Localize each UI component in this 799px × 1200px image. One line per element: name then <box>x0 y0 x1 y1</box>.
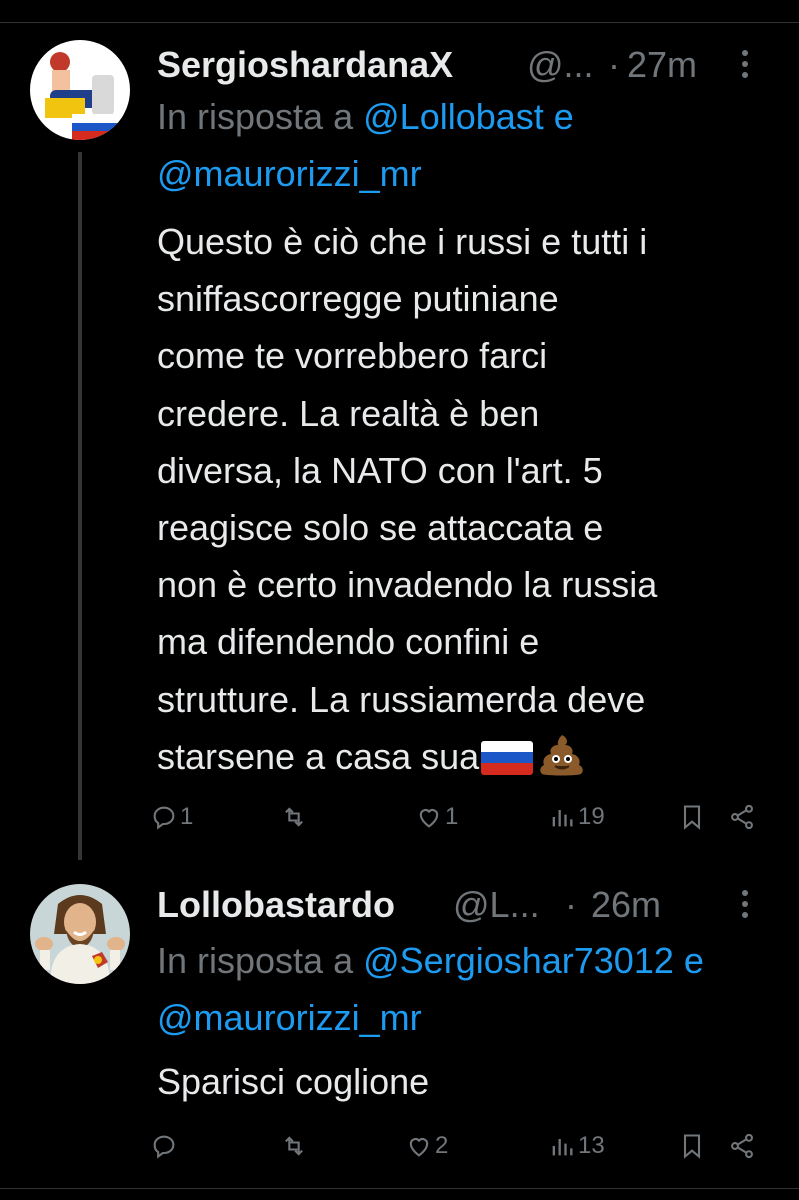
tweet-text-line-last: starsene a casa sua <box>157 728 782 785</box>
tweet-text-line: credere. La realtà è ben <box>157 392 540 434</box>
timestamp[interactable]: 26m <box>591 884 661 926</box>
retweet-icon <box>285 1136 303 1156</box>
tweet-text-line: reagisce solo se attaccata e <box>157 507 604 549</box>
bookmark-button[interactable] <box>678 1126 706 1166</box>
reply-mention[interactable]: @Lollobast e <box>363 96 574 137</box>
views-icon <box>552 810 573 827</box>
more-icon[interactable] <box>735 886 755 922</box>
like-count: 1 <box>445 803 459 830</box>
views-button[interactable]: 19 <box>548 797 605 837</box>
reply-prefix: In risposta a <box>157 940 354 981</box>
tweet-text-line: ma difendendo confini e <box>157 621 540 663</box>
tweet-text-line: non è certo invadendo la russia <box>157 564 658 606</box>
retweet-button[interactable] <box>280 1126 310 1166</box>
views-count: 19 <box>578 803 605 830</box>
user-handle[interactable]: @L... <box>453 884 540 926</box>
reply-prefix: In risposta a <box>157 96 354 137</box>
reply-context-line-2: @maurorizzi_mr <box>157 145 422 202</box>
reply-button[interactable] <box>150 1126 180 1166</box>
tweet-text-line: come te vorrebbero farci <box>157 335 548 377</box>
like-icon <box>419 809 439 828</box>
tweet-1[interactable]: SergioshardanaX @... · 27m In risposta a… <box>0 30 799 860</box>
bottom-divider <box>0 1188 799 1189</box>
reply-button[interactable]: 1 <box>150 797 193 837</box>
views-icon <box>552 1139 573 1156</box>
retweet-button[interactable] <box>280 797 310 837</box>
like-button[interactable]: 2 <box>405 1126 448 1166</box>
tweet-text-fragment: starsene a casa sua <box>157 735 480 777</box>
avatar[interactable] <box>30 884 130 984</box>
tweet-text-line: strutture. La russiamerda deve <box>157 678 646 720</box>
pile-of-poo-icon <box>540 734 583 776</box>
reply-context: In risposta a @Sergioshar73012 e <box>157 932 704 989</box>
reply-mention[interactable]: @Sergioshar73012 e <box>363 940 704 981</box>
more-icon[interactable] <box>735 46 755 82</box>
avatar[interactable] <box>30 40 130 140</box>
views-count: 13 <box>578 1132 605 1159</box>
reply-context: In risposta a @Lollobast e <box>157 88 574 145</box>
like-count: 2 <box>435 1132 449 1159</box>
reply-icon <box>153 806 175 830</box>
separator: · <box>608 44 620 85</box>
reply-mention[interactable]: @maurorizzi_mr <box>157 997 422 1038</box>
share-icon <box>731 804 753 830</box>
views-button[interactable]: 13 <box>548 1126 605 1166</box>
reply-context-line-2: @maurorizzi_mr <box>157 989 422 1046</box>
timestamp[interactable]: 27m <box>627 44 697 86</box>
reply-count: 1 <box>180 803 194 830</box>
tweet-text: Sparisci coglione <box>157 1053 782 1110</box>
bookmark-icon <box>683 805 701 830</box>
bookmark-button[interactable] <box>678 797 706 837</box>
tweet-text-line: Sparisci coglione <box>157 1061 430 1102</box>
like-button[interactable]: 1 <box>415 797 458 837</box>
tweet-text-line: Questo è ciò che i russi e tutti i <box>157 221 648 262</box>
display-name[interactable]: SergioshardanaX <box>157 44 453 86</box>
separator: · <box>565 884 577 925</box>
tweet-text-line: sniffascorregge putiniane <box>157 278 559 320</box>
russian-flag-icon <box>481 740 534 775</box>
share-button[interactable] <box>728 1126 756 1166</box>
top-divider <box>0 22 799 23</box>
tweet-text-line: diversa, la NATO con l'art. 5 <box>157 449 603 491</box>
reply-mention[interactable]: @maurorizzi_mr <box>157 153 422 194</box>
retweet-icon <box>285 807 303 827</box>
bookmark-icon <box>683 1134 701 1159</box>
thread-line <box>78 152 82 860</box>
share-button[interactable] <box>728 797 756 837</box>
reply-icon <box>153 1135 175 1159</box>
display-name[interactable]: Lollobastardo <box>157 884 395 926</box>
like-icon <box>409 1138 429 1157</box>
user-handle[interactable]: @... <box>527 44 594 86</box>
share-icon <box>731 1133 753 1159</box>
tweet-2[interactable]: Lollobastardo @L... · 26m In risposta a … <box>0 870 799 1190</box>
tweet-text: Questo è ciò che i russi e tutti i sniff… <box>157 213 782 785</box>
